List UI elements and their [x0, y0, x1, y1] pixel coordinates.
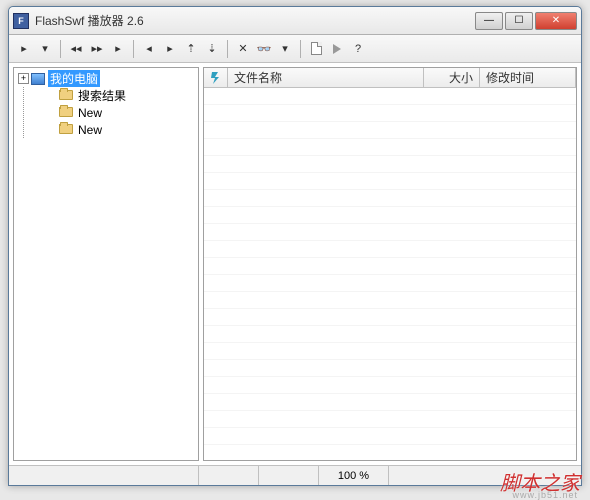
file-list: 文件名称 大小 修改时间: [203, 67, 577, 461]
rewind-icon[interactable]: ◂◂: [67, 40, 85, 58]
help-icon[interactable]: ?: [349, 40, 367, 58]
computer-icon: [31, 73, 45, 85]
search-icon[interactable]: 👓: [255, 40, 273, 58]
tree-label: New: [76, 106, 104, 120]
tree-children: 搜索结果 New New: [23, 87, 196, 138]
delete-icon[interactable]: ✕: [234, 40, 252, 58]
close-button[interactable]: ✕: [535, 12, 577, 30]
statusbar: 100 %: [9, 465, 581, 485]
expand-icon[interactable]: +: [18, 73, 29, 84]
tree-root-mycomputer[interactable]: + 我的电脑: [16, 70, 196, 87]
tree-label: New: [76, 123, 104, 137]
app-window: F FlashSwf 播放器 2.6 — ☐ ✕ ▸ ▾ ◂◂ ▸▸ ▸ ◂ ▸…: [8, 6, 582, 486]
arrow-up-icon[interactable]: ⇡: [182, 40, 200, 58]
list-header: 文件名称 大小 修改时间: [204, 68, 576, 88]
fastforward-icon[interactable]: ▸▸: [88, 40, 106, 58]
status-left: [9, 466, 199, 485]
status-right: [389, 466, 581, 485]
separator: [133, 40, 134, 58]
new-document-icon[interactable]: [307, 40, 325, 58]
window-controls: — ☐ ✕: [475, 12, 577, 30]
content-area: + 我的电脑 搜索结果 New New: [9, 63, 581, 465]
dropdown-icon[interactable]: ▾: [276, 40, 294, 58]
toolbar: ▸ ▾ ◂◂ ▸▸ ▸ ◂ ▸ ⇡ ⇣ ✕ 👓 ▾ ?: [9, 35, 581, 63]
tree-label: 搜索结果: [76, 87, 128, 104]
window-title: FlashSwf 播放器 2.6: [35, 12, 475, 29]
status-cell: [259, 466, 319, 485]
folder-tree[interactable]: + 我的电脑 搜索结果 New New: [13, 67, 199, 461]
list-body[interactable]: [204, 88, 576, 460]
status-zoom: 100 %: [319, 466, 389, 485]
folder-icon: [59, 124, 73, 136]
arrow-right-icon[interactable]: ▸: [161, 40, 179, 58]
arrow-left-icon[interactable]: ◂: [140, 40, 158, 58]
column-size[interactable]: 大小: [424, 68, 480, 87]
separator: [227, 40, 228, 58]
folder-icon: [59, 107, 73, 119]
tree-item-new[interactable]: New: [44, 121, 196, 138]
separator: [60, 40, 61, 58]
arrow-down-icon[interactable]: ⇣: [203, 40, 221, 58]
dropdown-icon[interactable]: ▾: [36, 40, 54, 58]
titlebar[interactable]: F FlashSwf 播放器 2.6 — ☐ ✕: [9, 7, 581, 35]
folder-icon: [59, 90, 73, 102]
tree-item-new[interactable]: New: [44, 104, 196, 121]
minimize-button[interactable]: —: [475, 12, 503, 30]
flash-icon: [209, 71, 223, 85]
column-icon[interactable]: [204, 68, 228, 87]
separator: [300, 40, 301, 58]
tree-label: 我的电脑: [48, 70, 100, 87]
column-filename[interactable]: 文件名称: [228, 68, 424, 87]
app-icon: F: [13, 13, 29, 29]
status-cell: [199, 466, 259, 485]
play-icon[interactable]: ▸: [15, 40, 33, 58]
maximize-button[interactable]: ☐: [505, 12, 533, 30]
column-modified[interactable]: 修改时间: [480, 68, 576, 87]
tree-item-search-results[interactable]: 搜索结果: [44, 87, 196, 104]
step-forward-icon[interactable]: ▸: [109, 40, 127, 58]
watermark-url: www.jb51.net: [512, 490, 578, 500]
run-icon[interactable]: [328, 40, 346, 58]
